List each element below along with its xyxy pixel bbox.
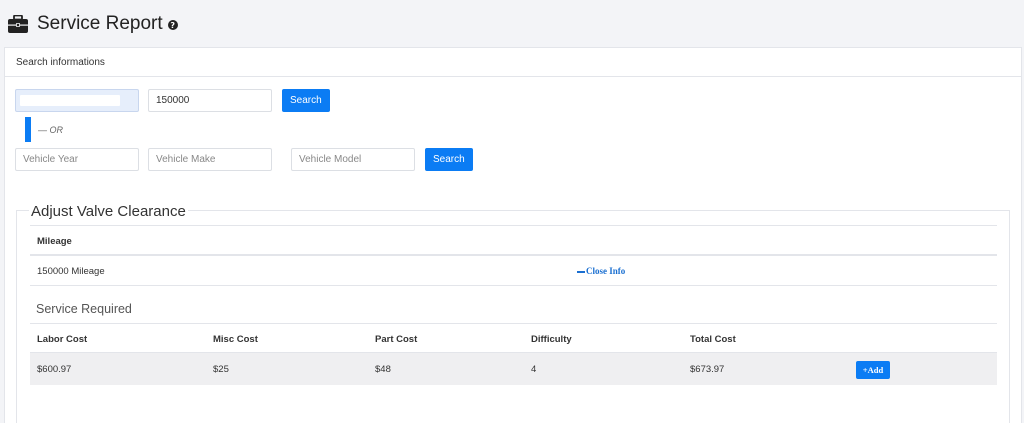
table-divider [30, 225, 997, 226]
column-header-difficulty: Difficulty [531, 334, 572, 345]
page-title: Service Report [37, 12, 163, 34]
card-header: Search informations [5, 48, 1021, 77]
or-label: — OR [38, 125, 64, 135]
minus-icon [577, 270, 585, 273]
table-divider [30, 285, 997, 286]
misc-cost-value: $25 [213, 364, 229, 375]
mileage-input[interactable] [148, 89, 272, 112]
mileage-header: Mileage [37, 236, 72, 247]
column-header-misc: Misc Cost [213, 334, 258, 345]
service-fieldset [16, 210, 1010, 423]
vehicle-make-input[interactable] [148, 148, 272, 171]
part-cost-value: $48 [375, 364, 391, 375]
close-info-label: Close Info [586, 266, 626, 276]
search-button-mileage[interactable]: Search [282, 89, 330, 112]
column-header-part: Part Cost [375, 334, 418, 345]
search-button-vehicle[interactable]: Search [425, 148, 473, 171]
service-name: Adjust Valve Clearance [29, 203, 188, 220]
difficulty-value: 4 [531, 364, 537, 375]
column-header-labor: Labor Cost [37, 334, 88, 345]
table-divider [30, 254, 997, 256]
service-required-title: Service Required [36, 302, 132, 316]
vehicle-year-input[interactable] [15, 148, 139, 171]
column-header-total: Total Cost [690, 334, 736, 345]
or-divider-bar [25, 117, 31, 142]
redacted-value [20, 95, 120, 106]
table-row [30, 353, 997, 385]
vehicle-model-input[interactable] [291, 148, 415, 171]
help-icon[interactable]: ? [167, 20, 178, 30]
close-info-link[interactable]: Close Info [577, 266, 625, 276]
add-service-button[interactable]: +Add [856, 361, 890, 379]
total-cost-value: $673.97 [690, 364, 725, 375]
table-divider [30, 323, 997, 324]
labor-cost-value: $600.97 [37, 364, 72, 375]
mileage-value: 150000 Mileage [37, 266, 105, 277]
briefcase-icon [8, 14, 28, 33]
page-header: Service Report ? [0, 0, 1024, 47]
